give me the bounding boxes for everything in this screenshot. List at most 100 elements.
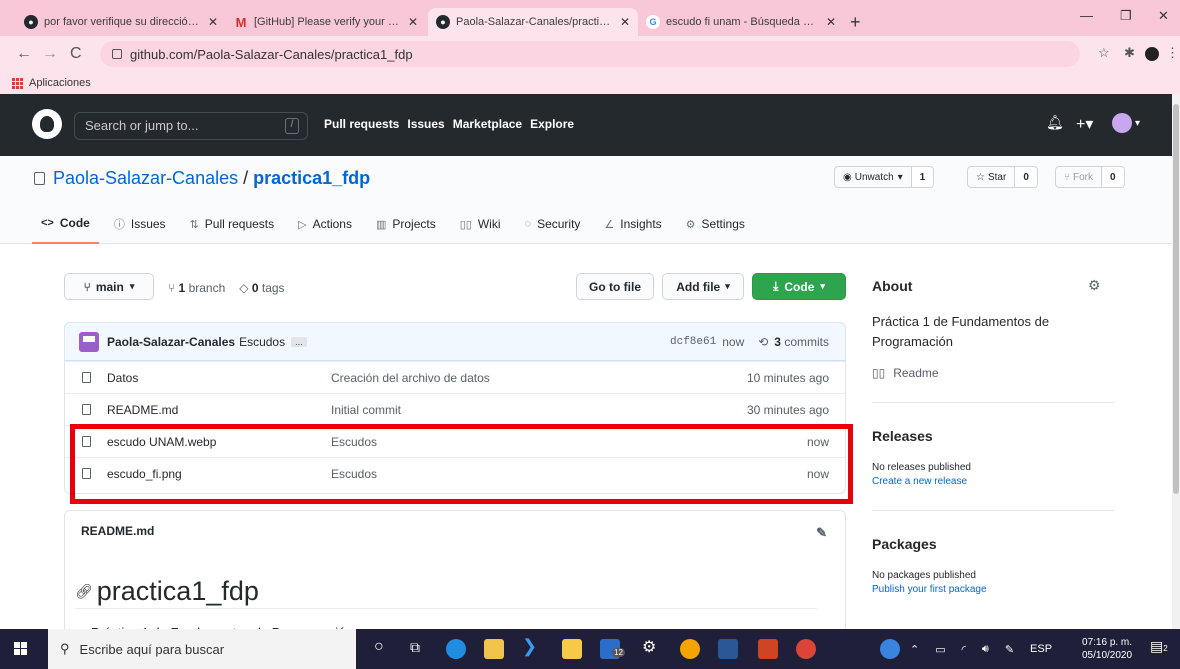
menu-icon[interactable]: ⋮ [1166,45,1179,61]
create-release-link[interactable]: Create a new release [872,476,967,487]
fork-button[interactable]: ⑂ Fork [1055,166,1102,188]
gear-icon[interactable]: ⚙ [1088,277,1101,294]
file-commit-message-link[interactable]: Initial commit [331,403,401,417]
tab-actions[interactable]: ▷ Actions [289,212,361,244]
tags-link[interactable]: ◇ 0 tags [239,281,284,295]
commit-hash-link[interactable]: dcf8e61 [670,336,716,348]
chevron-down-icon[interactable]: ▾ [1135,118,1140,129]
file-commit-message-link[interactable]: Creación del archivo de datos [331,371,490,385]
add-file-button[interactable]: Add file ▾ [662,273,744,300]
chrome-icon[interactable] [680,639,700,659]
minimize-icon[interactable]: — [1080,8,1093,23]
network-icon[interactable]: ▭ [935,643,945,656]
unwatch-button[interactable]: ◉ Unwatch ▾ [834,166,912,188]
tab-projects[interactable]: ▥ Projects [367,212,445,244]
close-icon[interactable]: ✕ [208,15,218,29]
wifi-icon[interactable]: ◜ [962,643,966,656]
language-indicator[interactable]: ESP [1030,643,1052,655]
bell-icon[interactable]: 🔔︎ [1046,114,1064,131]
taskbar-clock[interactable]: 07:16 p. m. 05/10/2020 [1082,636,1132,662]
address-bar[interactable]: github.com/Paola-Salazar-Canales/practic… [100,41,1080,67]
tab-settings[interactable]: ⚙ Settings [677,212,754,244]
back-icon[interactable]: ← [16,45,32,63]
tab-issues[interactable]: ⓘ Issues [105,212,175,244]
nav-pull-requests[interactable]: Pull requests [324,117,399,131]
extensions-icon[interactable]: ✱ [1124,45,1135,61]
windows-start-icon[interactable] [14,642,27,655]
edge-icon[interactable] [446,639,466,659]
nav-marketplace[interactable]: Marketplace [453,117,522,131]
apps-bookmark[interactable]: Aplicaciones [29,77,91,89]
task-view-icon[interactable]: ⧉ [410,639,430,659]
star-button[interactable]: ☆ Star [967,166,1016,188]
browser-tab-3[interactable]: ● Paola-Salazar-Canales/practica1_ ✕ [428,8,638,36]
store-icon[interactable] [484,639,504,659]
tab-wiki[interactable]: ▯▯ Wiki [451,212,510,244]
branches-link[interactable]: ⑂ 1 branch [168,281,225,295]
restore-icon[interactable]: ❐ [1120,8,1132,24]
word-icon[interactable] [718,639,738,659]
chrome-active-icon[interactable] [796,639,816,659]
user-avatar[interactable] [1112,113,1132,133]
avatar[interactable] [79,331,99,352]
releases-heading[interactable]: Releases [872,428,933,444]
tab-code[interactable]: <> Code [32,212,99,244]
code-download-button[interactable]: ⤓ Code ▾ [752,273,846,300]
close-icon[interactable]: ✕ [826,15,836,29]
profile-avatar[interactable] [1145,47,1159,61]
page-scrollbar[interactable] [1172,94,1180,629]
close-icon[interactable]: ✕ [620,15,630,29]
readme-filename[interactable]: README.md [81,524,154,538]
commits-link[interactable]: 3 commits [774,335,829,349]
close-icon[interactable]: ✕ [408,15,418,29]
tab-insights[interactable]: ∠ Insights [595,212,670,244]
new-tab-button[interactable]: + [850,12,861,33]
taskbar-search-input[interactable]: ⚲ Escribe aquí para buscar [48,629,356,669]
fork-count[interactable]: 0 [1102,166,1125,188]
scrollbar-thumb[interactable] [1173,104,1179,494]
mail-icon[interactable]: 12 [600,639,625,659]
create-new-icon[interactable]: +▾ [1076,114,1093,134]
powerpoint-icon[interactable] [758,639,778,659]
search-input[interactable]: Search or jump to... / [74,112,308,140]
forward-icon[interactable]: → [42,45,58,63]
settings-gear-icon[interactable]: ⚙ [642,637,662,657]
help-icon[interactable] [880,639,900,659]
pencil-icon[interactable]: ✎ [816,525,827,541]
reload-icon[interactable]: C [70,45,82,63]
browser-tab-1[interactable]: ● por favor verifique su dirección c ✕ [16,8,226,36]
vscode-icon[interactable]: ❯ [522,636,542,656]
commit-author-link[interactable]: Paola-Salazar-Canales [107,335,235,349]
cortana-icon[interactable]: ○ [374,638,394,658]
star-bookmark-icon[interactable]: ☆ [1098,45,1110,61]
notification-icon[interactable]: ▤2 [1150,638,1170,658]
watch-count[interactable]: 1 [911,166,935,188]
repo-owner-link[interactable]: Paola-Salazar-Canales [53,168,238,189]
tab-security[interactable]: ◌ Security [516,212,590,244]
volume-icon[interactable]: 🔊︎ [982,643,989,656]
chevron-up-icon[interactable]: ⌃ [910,643,919,656]
nav-explore[interactable]: Explore [530,117,574,131]
packages-heading[interactable]: Packages [872,536,937,552]
file-explorer-icon[interactable] [562,639,582,659]
chevron-down-icon: ▾ [725,281,730,291]
browser-tab-2[interactable]: M [GitHub] Please verify your email ✕ [226,8,426,36]
commit-expand-button[interactable]: ... [291,336,307,347]
close-window-icon[interactable]: ✕ [1158,8,1169,24]
star-count[interactable]: 0 [1015,166,1038,188]
tab-pull-requests[interactable]: ⇅ Pull requests [181,212,284,244]
browser-tab-4[interactable]: G escudo fi unam - Búsqueda de G ✕ [638,8,844,36]
pen-icon[interactable]: ✎ [1005,643,1014,656]
publish-package-link[interactable]: Publish your first package [872,584,987,595]
nav-issues[interactable]: Issues [407,117,444,131]
github-logo-icon[interactable] [32,109,62,139]
file-name-link[interactable]: README.md [107,403,178,417]
apps-icon [12,77,23,89]
go-to-file-button[interactable]: Go to file [576,273,654,300]
repo-name-link[interactable]: practica1_fdp [253,168,370,189]
readme-sidebar-link[interactable]: ▯▯ Readme [872,366,939,380]
branch-select-button[interactable]: ⑂ main ▾ [64,273,154,300]
commit-message-link[interactable]: Escudos [239,335,285,349]
file-name-link[interactable]: Datos [107,371,138,385]
link-icon[interactable]: 🔗︎ [75,583,93,600]
